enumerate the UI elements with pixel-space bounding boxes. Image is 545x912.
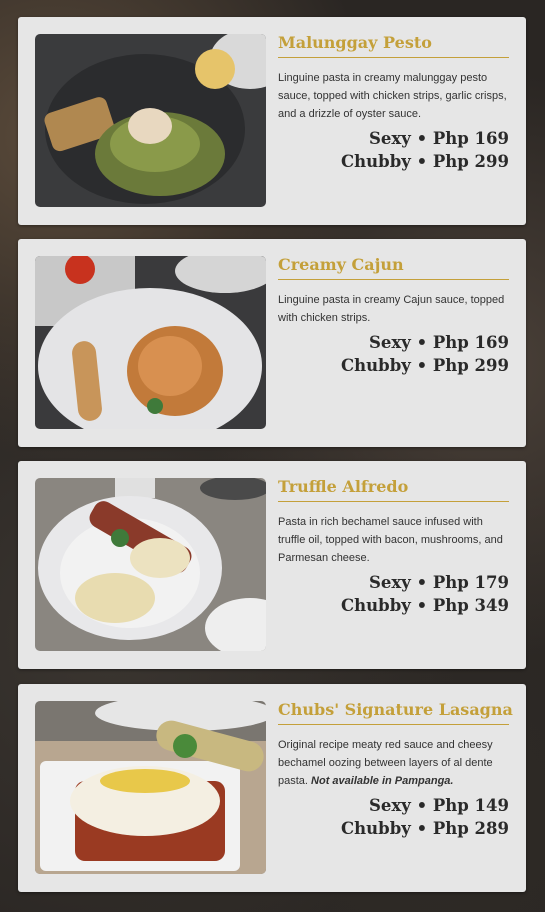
item-description: Original recipe meaty red sauce and chee… [278, 739, 493, 787]
item-description: Linguine pasta in creamy malunggay pesto… [278, 72, 507, 120]
item-info: Truffle Alfredo Pasta in rich bechamel s… [278, 474, 509, 617]
price-sexy: Sexy • Php 149 [368, 796, 509, 815]
availability-note: Not available in Pampanga. [311, 775, 454, 787]
price-sexy: Sexy • Php 179 [368, 573, 509, 592]
pesto-pasta-photo [35, 34, 266, 207]
price-sexy: Sexy • Php 169 [368, 333, 509, 352]
price-chubby: Chubby • Php 299 [341, 152, 509, 171]
item-title: Creamy Cajun [278, 252, 509, 280]
item-title: Truffle Alfredo [278, 474, 509, 502]
item-title: Chubs' Signature Lasagna [278, 697, 513, 725]
lasagna-photo [35, 701, 266, 874]
price-chubby: Chubby • Php 289 [341, 819, 509, 838]
cajun-pasta-photo [35, 256, 266, 429]
alfredo-pasta-photo [35, 478, 266, 651]
item-info: Chubs' Signature Lasagna Original recipe… [278, 697, 513, 840]
item-description: Pasta in rich bechamel sauce infused wit… [278, 516, 503, 564]
price-sexy: Sexy • Php 169 [368, 129, 509, 148]
menu-card: Creamy Cajun Linguine pasta in creamy Ca… [18, 239, 526, 447]
menu-card: Chubs' Signature Lasagna Original recipe… [18, 684, 526, 892]
item-info: Creamy Cajun Linguine pasta in creamy Ca… [278, 252, 509, 377]
price-chubby: Chubby • Php 299 [341, 356, 509, 375]
item-description: Linguine pasta in creamy Cajun sauce, to… [278, 294, 505, 324]
item-info: Malunggay Pesto Linguine pasta in creamy… [278, 30, 509, 173]
item-title: Malunggay Pesto [278, 30, 509, 58]
menu-card: Truffle Alfredo Pasta in rich bechamel s… [18, 461, 526, 669]
price-chubby: Chubby • Php 349 [341, 596, 509, 615]
menu-card: Malunggay Pesto Linguine pasta in creamy… [18, 17, 526, 225]
